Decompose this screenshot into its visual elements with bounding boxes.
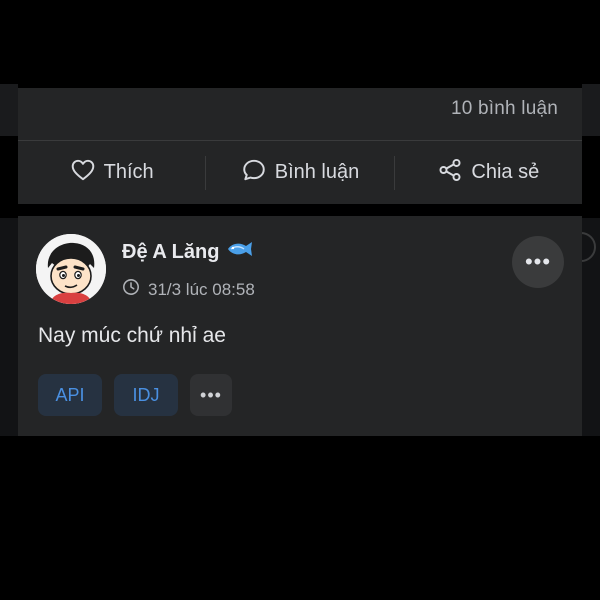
post-meta: 31/3 lúc 08:58: [122, 278, 255, 301]
post-timestamp[interactable]: 31/3 lúc 08:58: [148, 280, 255, 300]
clock-icon: [122, 278, 140, 301]
post-footer-card: 10 bình luận Thích Bình luận Chia sẻ: [18, 88, 582, 204]
author-name-text: Đệ A Lăng: [122, 240, 220, 263]
background-strip-right: [582, 84, 600, 136]
like-button[interactable]: Thích: [18, 141, 205, 204]
comment-label: Bình luận: [274, 161, 360, 183]
comment-button[interactable]: Bình luận: [206, 141, 393, 204]
tag-list: API IDJ •••: [38, 374, 232, 416]
background-strip-left-lower: [0, 218, 18, 436]
share-label: Chia sẻ: [471, 161, 540, 183]
heart-icon: [70, 157, 96, 189]
fish-icon: [225, 240, 255, 264]
comments-count[interactable]: 10 bình luận: [451, 98, 558, 120]
cartoon-avatar-icon: [36, 234, 106, 304]
post-card: Đệ A Lăng 31/3 lúc 08:58 ••• Nay múc chứ…: [18, 216, 582, 436]
author-name[interactable]: Đệ A Lăng: [122, 240, 255, 264]
like-label: Thích: [103, 161, 154, 183]
tag-idj[interactable]: IDJ: [114, 374, 178, 416]
tags-more-button[interactable]: •••: [190, 374, 232, 416]
tag-api[interactable]: API: [38, 374, 102, 416]
background-strip-left: [0, 84, 18, 136]
post-options-button[interactable]: •••: [512, 236, 564, 288]
action-bar: Thích Bình luận Chia sẻ: [18, 141, 582, 204]
post-text: Nay múc chứ nhỉ ae: [38, 324, 226, 347]
share-icon: [437, 157, 463, 189]
avatar[interactable]: [36, 234, 106, 304]
screen: 10 bình luận Thích Bình luận Chia sẻ Đệ …: [0, 0, 600, 600]
comment-icon: [241, 157, 267, 189]
share-button[interactable]: Chia sẻ: [395, 141, 582, 204]
